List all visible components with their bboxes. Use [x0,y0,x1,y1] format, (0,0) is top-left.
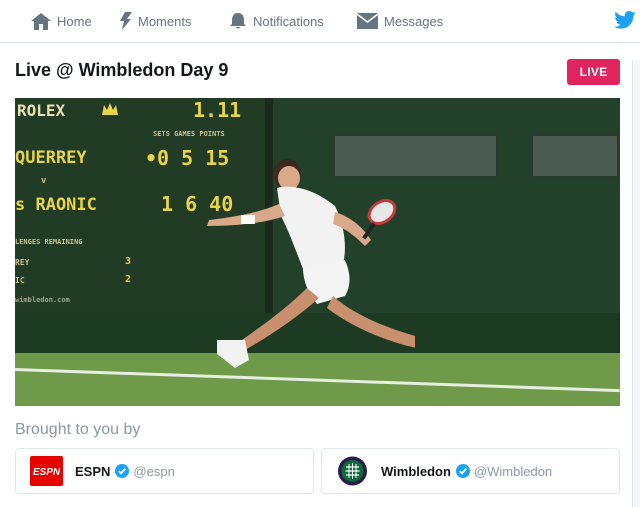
bell-icon [230,13,246,29]
tennis-player [207,159,415,368]
crown-icon [102,103,118,115]
sponsor-handle[interactable]: @espn [133,464,174,479]
wimbledon-logo-icon [338,456,367,486]
live-badge: LIVE [567,59,620,85]
scoreboard-row1-value: 3 [125,256,132,267]
nav-notifications[interactable]: Notifications [229,0,324,42]
video-player[interactable]: ROLEX 1.11 SETS GAMES POINTS QUERREY •0 … [15,98,620,406]
nav-messages-label: Messages [384,13,444,29]
nav-moments-label: Moments [138,13,192,29]
scoreboard-row2-value: 2 [125,274,132,285]
nav-home-label: Home [57,13,92,29]
scoreboard-player2: s RAONIC [15,195,97,215]
scoreboard-remaining-label: LENGES REMAINING [15,238,83,246]
scoreboard-player1: QUERREY [15,148,87,168]
sponsor-name: ESPN [75,463,111,479]
scoreboard-footer: wimbledon.com [15,296,70,304]
nav-home[interactable]: Home [31,0,92,42]
sponsor-card-wimbledon[interactable]: Wimbledon @Wimbledon [321,448,620,494]
nav-moments[interactable]: Moments [120,0,191,42]
nav-notifications-label: Notifications [253,13,324,29]
stand-window [531,134,619,178]
nav-messages[interactable]: Messages [357,0,443,42]
home-icon [31,12,51,30]
espn-logo-icon: ESPN [30,456,63,486]
sponsor-name: Wimbledon [381,463,451,479]
page-title: Live @ Wimbledon Day 9 [15,60,229,80]
scrollbar[interactable] [632,60,640,507]
scoreboard-columns: SETS GAMES POINTS [153,130,225,138]
top-navigation: Home Moments Notifications Messages [0,0,640,43]
scoreboard-sponsor: ROLEX [17,101,66,120]
scoreboard-clock: 1.11 [193,98,242,122]
lightning-icon [120,12,132,30]
sponsor-card-espn[interactable]: ESPN ESPN @espn [15,448,314,494]
verified-badge-icon [115,464,130,478]
sponsors-heading: Brought to you by [15,421,141,438]
sponsor-handle[interactable]: @Wimbledon [474,464,552,479]
scoreboard-versus: v [41,176,47,186]
espn-logo-text: ESPN [33,467,61,478]
envelope-icon [357,13,378,29]
twitter-bird-icon[interactable] [614,11,636,29]
scoreboard-row1-label: REY [15,258,30,267]
scoreboard-row2-label: IC [15,276,25,285]
verified-badge-icon [455,464,470,478]
